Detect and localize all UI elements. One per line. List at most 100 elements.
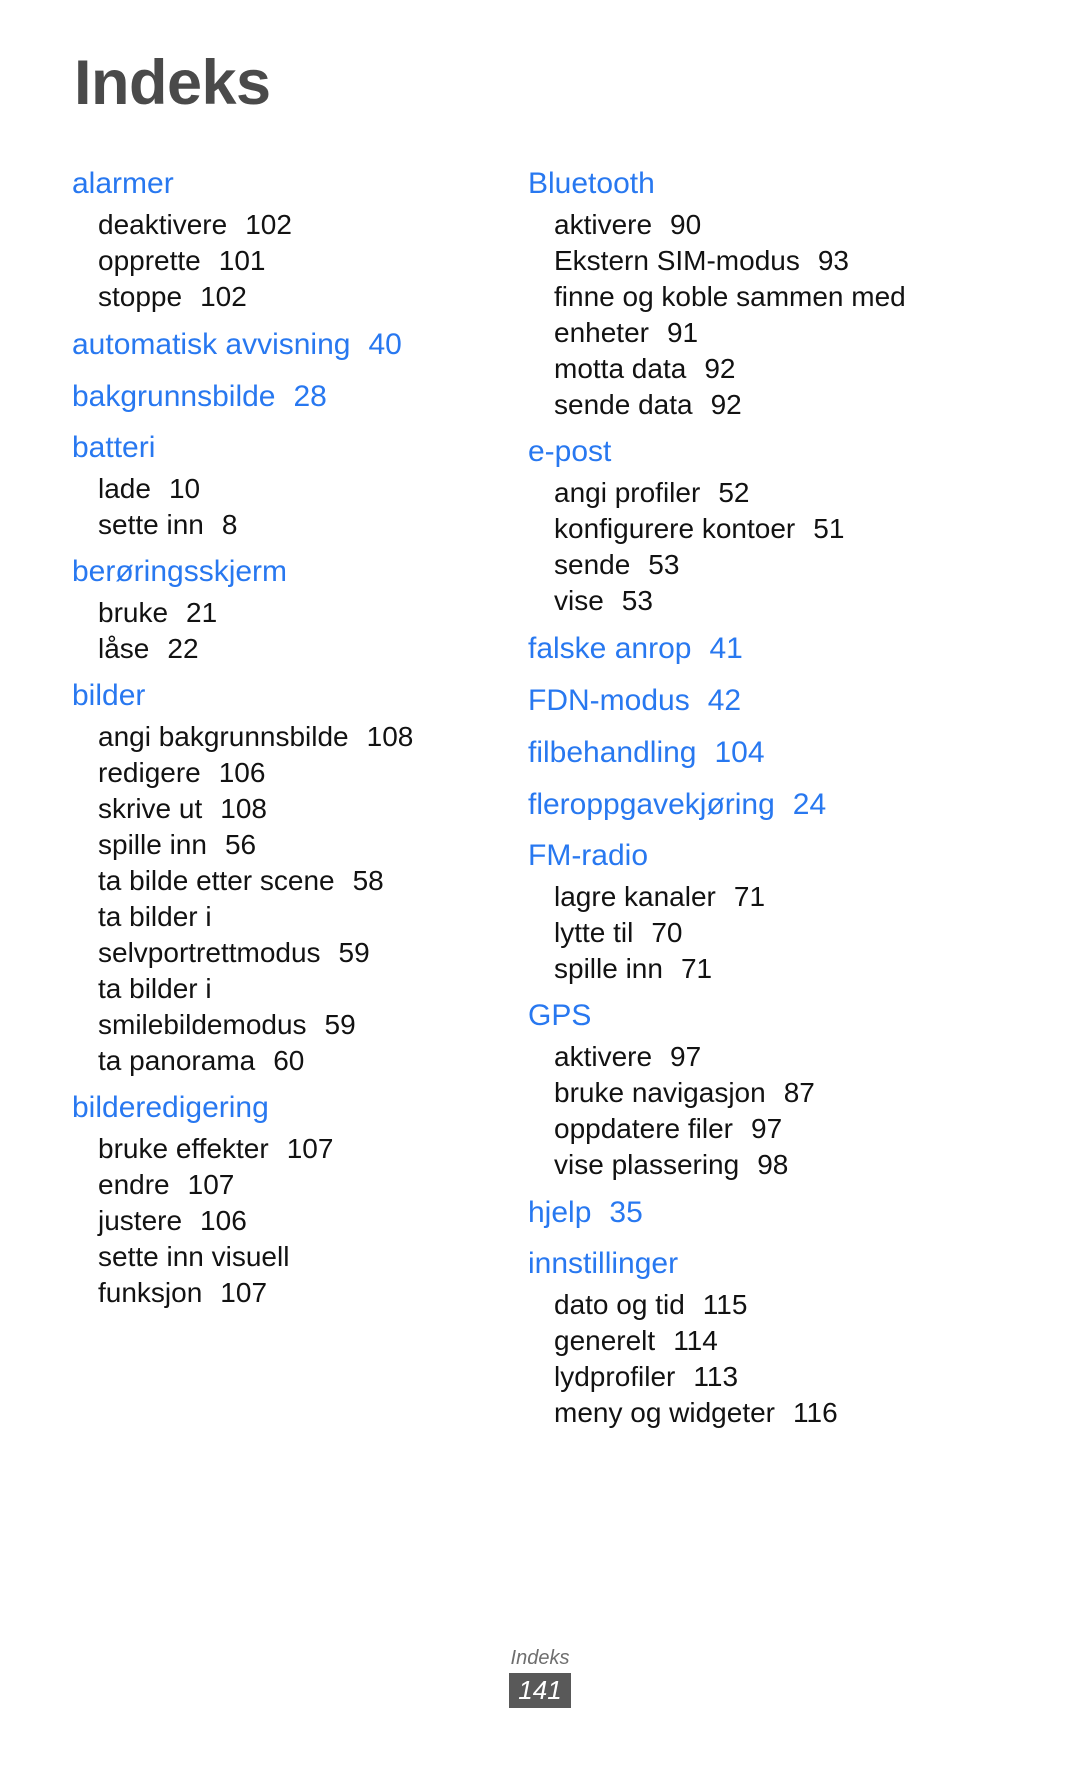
index-subentry[interactable]: bruke effekter 107 bbox=[98, 1131, 502, 1167]
index-subentry[interactable]: skrive ut 108 bbox=[98, 791, 502, 827]
index-subentry[interactable]: spille inn 56 bbox=[98, 827, 502, 863]
index-heading-page-number: 104 bbox=[714, 736, 765, 769]
index-subentry[interactable]: lade 10 bbox=[98, 471, 502, 507]
index-subentry[interactable]: vise plassering 98 bbox=[554, 1147, 958, 1183]
index-subentry-page-number: 102 bbox=[200, 281, 247, 312]
index-subentry-page-number: 108 bbox=[366, 721, 414, 752]
index-subentry[interactable]: dato og tid 115 bbox=[554, 1287, 958, 1323]
index-subentry[interactable]: lytte til 70 bbox=[554, 915, 958, 951]
index-heading[interactable]: GPS bbox=[528, 994, 958, 1038]
index-subentry-list: bruke 21 låse 22 bbox=[72, 595, 502, 667]
index-heading[interactable]: FM-radio bbox=[528, 834, 958, 878]
index-subentry[interactable]: justere 106 bbox=[98, 1203, 502, 1239]
index-subentry-page-number: 116 bbox=[793, 1397, 838, 1428]
index-heading-label: bakgrunnsbilde bbox=[72, 380, 276, 413]
index-subentry[interactable]: opprette 101 bbox=[98, 243, 502, 279]
index-subentry[interactable]: smilebildemodus 59 bbox=[98, 1007, 502, 1043]
index-heading[interactable]: berøringsskjerm bbox=[72, 550, 502, 594]
index-subentry[interactable]: meny og widgeter 116 bbox=[554, 1395, 958, 1431]
index-subentry[interactable]: stoppe 102 bbox=[98, 279, 502, 315]
index-subentry-list: lade 10 sette inn 8 bbox=[72, 471, 502, 543]
index-group: batteri lade 10 sette inn 8 bbox=[72, 426, 502, 543]
index-heading[interactable]: alarmer bbox=[72, 162, 502, 206]
index-subentry[interactable]: Ekstern SIM-modus 93 bbox=[554, 243, 958, 279]
index-subentry-label: angi profiler bbox=[554, 477, 701, 508]
index-heading[interactable]: hjelp 35 bbox=[528, 1190, 958, 1236]
index-group: bilderedigering bruke effekter 107 endre 107… bbox=[72, 1086, 502, 1311]
index-heading[interactable]: FDN-modus 42 bbox=[528, 678, 958, 724]
index-subentry[interactable]: sende 53 bbox=[554, 547, 958, 583]
index-heading-label: e-post bbox=[528, 435, 612, 468]
index-subentry-label: vise plassering bbox=[554, 1149, 740, 1180]
index-group: Bluetooth aktivere 90 Ekstern SIM-modus 93 fi… bbox=[528, 162, 958, 423]
index-heading[interactable]: e-post bbox=[528, 430, 958, 474]
index-group: hjelp 35 bbox=[528, 1190, 958, 1236]
index-subentry[interactable]: funksjon 107 bbox=[98, 1275, 502, 1311]
index-subentry-page-number: 106 bbox=[200, 1205, 247, 1236]
index-subentry[interactable]: aktivere 97 bbox=[554, 1039, 958, 1075]
index-subentry-label: stoppe bbox=[98, 281, 183, 312]
index-heading[interactable]: bakgrunnsbilde 28 bbox=[72, 374, 502, 420]
index-subentry-label: dato og tid bbox=[554, 1289, 685, 1320]
index-subentry[interactable]: aktivere 90 bbox=[554, 207, 958, 243]
index-subentry[interactable]: motta data 92 bbox=[554, 351, 958, 387]
index-subentry-label: justere bbox=[98, 1205, 183, 1236]
index-subentry[interactable]: sende data 92 bbox=[554, 387, 958, 423]
index-subentry[interactable]: generelt 114 bbox=[554, 1323, 958, 1359]
index-subentry[interactable]: sette inn 8 bbox=[98, 507, 502, 543]
index-subentry[interactable]: angi bakgrunnsbilde 108 bbox=[98, 719, 502, 755]
index-heading[interactable]: filbehandling 104 bbox=[528, 730, 958, 776]
index-heading[interactable]: automatisk avvisning 40 bbox=[72, 322, 502, 368]
index-subentry-page-number: 59 bbox=[338, 937, 370, 968]
index-subentry-label: lydprofiler bbox=[554, 1361, 676, 1392]
index-subentry[interactable]: selvportrettmodus 59 bbox=[98, 935, 502, 971]
index-subentry[interactable]: bruke 21 bbox=[98, 595, 502, 631]
index-heading-label: GPS bbox=[528, 999, 592, 1032]
index-group: GPS aktivere 97 bruke navigasjon 87 oppdatere… bbox=[528, 994, 958, 1183]
index-subentry-label: smilebildemodus bbox=[98, 1009, 307, 1040]
index-subentry[interactable]: sette inn visuell bbox=[98, 1239, 502, 1275]
index-subentry[interactable]: oppdatere filer 97 bbox=[554, 1111, 958, 1147]
index-subentry-label: lytte til bbox=[554, 917, 634, 948]
index-heading[interactable]: falske anrop 41 bbox=[528, 626, 958, 672]
index-heading-label: Bluetooth bbox=[528, 167, 655, 200]
index-subentry-label: motta data bbox=[554, 353, 687, 384]
index-subentry[interactable]: vise 53 bbox=[554, 583, 958, 619]
index-subentry[interactable]: deaktivere 102 bbox=[98, 207, 502, 243]
index-heading[interactable]: bilder bbox=[72, 674, 502, 718]
index-heading-page-number: 24 bbox=[792, 788, 827, 821]
index-heading[interactable]: Bluetooth bbox=[528, 162, 958, 206]
index-subentry[interactable]: bruke navigasjon 87 bbox=[554, 1075, 958, 1111]
index-subentry-label: låse bbox=[98, 633, 150, 664]
index-heading[interactable]: batteri bbox=[72, 426, 502, 470]
index-subentry[interactable]: spille inn 71 bbox=[554, 951, 958, 987]
index-subentry[interactable]: ta bilde etter scene 58 bbox=[98, 863, 502, 899]
index-subentry-page-number: 91 bbox=[666, 317, 699, 348]
index-heading[interactable]: bilderedigering bbox=[72, 1086, 502, 1130]
index-subentry-page-number: 115 bbox=[702, 1289, 748, 1320]
index-subentry[interactable]: låse 22 bbox=[98, 631, 502, 667]
index-subentry[interactable]: ta bilder i bbox=[98, 971, 502, 1007]
index-group: bilder angi bakgrunnsbilde 108 redigere 106 s… bbox=[72, 674, 502, 1079]
index-heading[interactable]: fleroppgavekjøring 24 bbox=[528, 782, 958, 828]
index-subentry[interactable]: enheter 91 bbox=[554, 315, 958, 351]
index-subentry[interactable]: lydprofiler 113 bbox=[554, 1359, 958, 1395]
index-subentry[interactable]: angi profiler 52 bbox=[554, 475, 958, 511]
index-heading-page-number: 42 bbox=[707, 684, 742, 717]
index-subentry-label: vise bbox=[554, 585, 604, 616]
index-subentry-page-number: 90 bbox=[670, 209, 702, 240]
index-subentry[interactable]: finne og koble sammen med bbox=[554, 279, 958, 315]
index-subentry-label: ta panorama bbox=[98, 1045, 256, 1076]
index-subentry-label: sette inn visuell bbox=[98, 1241, 290, 1272]
index-subentry[interactable]: lagre kanaler 71 bbox=[554, 879, 958, 915]
index-subentry[interactable]: ta bilder i bbox=[98, 899, 502, 935]
index-heading-page-number: 35 bbox=[609, 1196, 643, 1229]
index-subentry[interactable]: redigere 106 bbox=[98, 755, 502, 791]
index-subentry-page-number: 102 bbox=[245, 209, 292, 240]
index-heading[interactable]: innstillinger bbox=[528, 1242, 958, 1286]
index-subentry-page-number: 59 bbox=[324, 1009, 356, 1040]
index-subentry-label: ta bilder i bbox=[98, 901, 212, 932]
index-subentry[interactable]: ta panorama 60 bbox=[98, 1043, 502, 1079]
index-subentry[interactable]: endre 107 bbox=[98, 1167, 502, 1203]
index-subentry[interactable]: konfigurere kontoer 51 bbox=[554, 511, 958, 547]
